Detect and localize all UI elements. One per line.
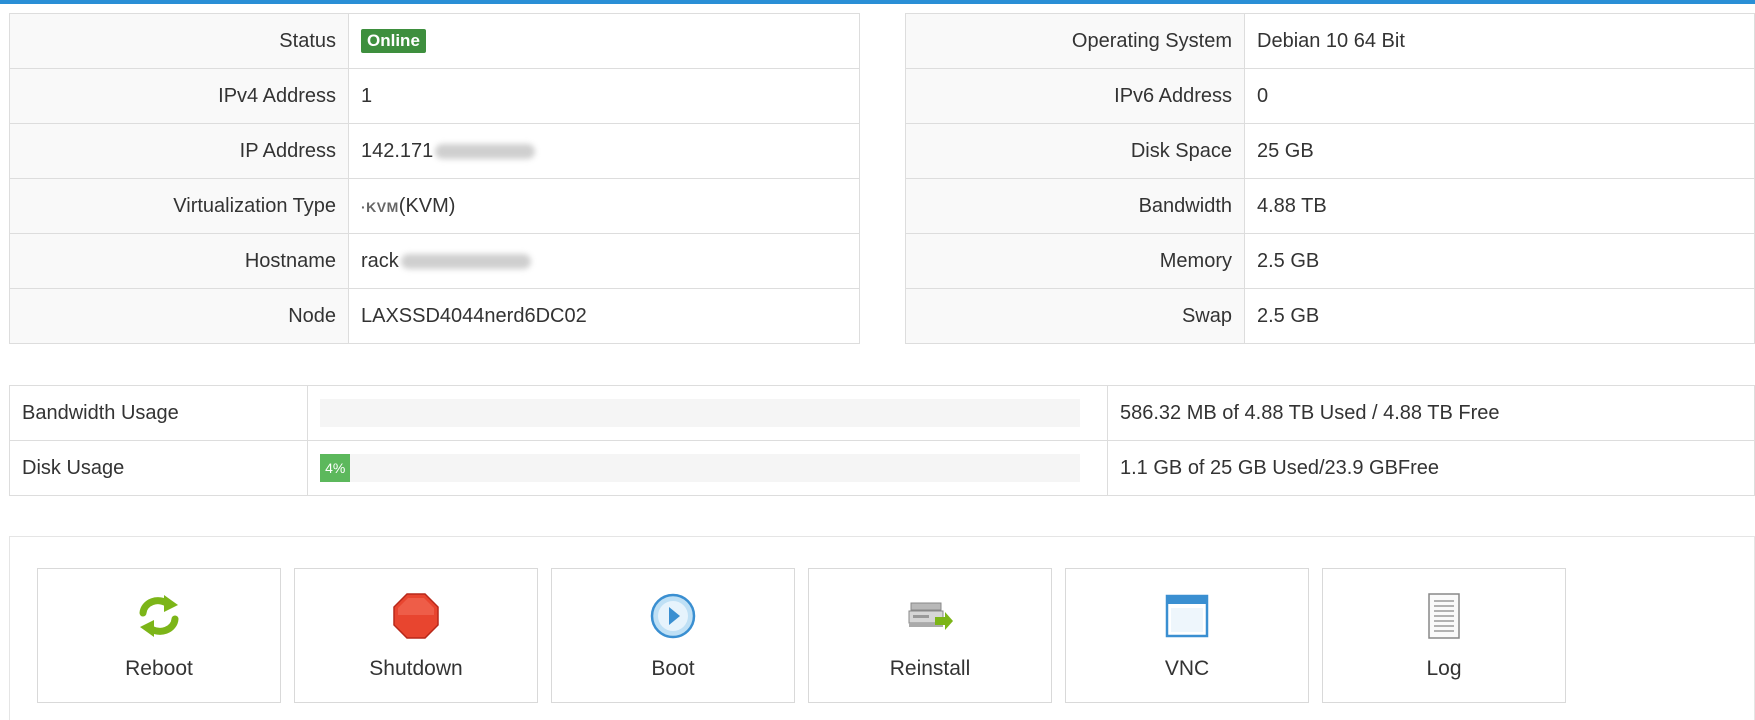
redacted-blur — [435, 143, 536, 159]
info-value: 142.171 — [361, 139, 434, 162]
info-label: Disk Space — [905, 123, 1245, 179]
info-label: Status — [9, 13, 349, 69]
vnc-button[interactable]: VNC — [1065, 568, 1309, 703]
bandwidth-progress-bar — [320, 399, 1080, 427]
vnc-icon — [1165, 594, 1209, 638]
button-label: Reinstall — [889, 657, 971, 680]
server-actions-panel: Reboot Shutdown Boot Reinstall VNC Log — [9, 536, 1755, 720]
reinstall-button[interactable]: Reinstall — [808, 568, 1052, 703]
info-label: Operating System — [905, 13, 1245, 69]
info-row-ipv4: IPv4 Address 1 — [9, 68, 860, 124]
info-label: Virtualization Type — [9, 178, 349, 234]
server-info-table-right: Operating System Debian 10 64 Bit IPv6 A… — [905, 13, 1755, 344]
info-value: 25 GB — [1244, 123, 1755, 179]
reboot-button[interactable]: Reboot — [37, 568, 281, 703]
info-label: Memory — [905, 233, 1245, 289]
info-value: 1 — [348, 68, 860, 124]
info-label: IP Address — [9, 123, 349, 179]
info-value: (KVM) — [398, 194, 456, 217]
info-value: 0 — [1244, 68, 1755, 124]
info-row-os: Operating System Debian 10 64 Bit — [905, 13, 1755, 69]
usage-table: Bandwidth Usage 586.32 MB of 4.88 TB Use… — [9, 385, 1755, 496]
reinstall-icon — [908, 602, 953, 630]
info-value: LAXSSD4044nerd6DC02 — [348, 288, 860, 344]
usage-label: Bandwidth Usage — [9, 385, 308, 441]
info-row-bandwidth: Bandwidth 4.88 TB — [905, 178, 1755, 234]
usage-row-bandwidth: Bandwidth Usage 586.32 MB of 4.88 TB Use… — [9, 385, 1755, 441]
info-row-node: Node LAXSSD4044nerd6DC02 — [9, 288, 860, 344]
info-label: IPv6 Address — [905, 68, 1245, 124]
usage-row-disk: Disk Usage 4% 1.1 GB of 25 GB Used/23.9 … — [9, 440, 1755, 496]
kvm-logo-icon: ·KVM — [361, 198, 399, 215]
info-value: 2.5 GB — [1244, 288, 1755, 344]
log-button[interactable]: Log — [1322, 568, 1566, 703]
redacted-blur — [400, 253, 531, 269]
info-row-virtualization: Virtualization Type ·KVM(KVM) — [9, 178, 860, 234]
info-label: Swap — [905, 288, 1245, 344]
usage-summary: 1.1 GB of 25 GB Used/23.9 GBFree — [1107, 440, 1755, 496]
shutdown-icon — [393, 593, 439, 639]
usage-summary: 586.32 MB of 4.88 TB Used / 4.88 TB Free — [1107, 385, 1755, 441]
info-value: 4.88 TB — [1244, 178, 1755, 234]
info-row-swap: Swap 2.5 GB — [905, 288, 1755, 344]
button-label: Boot — [651, 657, 695, 680]
info-row-memory: Memory 2.5 GB — [905, 233, 1755, 289]
shutdown-button[interactable]: Shutdown — [294, 568, 538, 703]
info-label: Bandwidth — [905, 178, 1245, 234]
info-label: IPv4 Address — [9, 68, 349, 124]
top-accent-bar — [0, 0, 1755, 4]
info-value: 2.5 GB — [1244, 233, 1755, 289]
button-label: Shutdown — [369, 657, 463, 680]
info-value: Debian 10 64 Bit — [1244, 13, 1755, 69]
info-row-ip-address: IP Address 142.171 — [9, 123, 860, 179]
info-row-disk-space: Disk Space 25 GB — [905, 123, 1755, 179]
button-label: Log — [1426, 657, 1462, 680]
info-row-status: Status Online — [9, 13, 860, 69]
usage-label: Disk Usage — [9, 440, 308, 496]
server-info-table-left: Status Online IPv4 Address 1 IP Address … — [9, 13, 860, 344]
disk-progress-fill: 4% — [320, 454, 351, 482]
status-badge: Online — [361, 29, 426, 53]
info-row-ipv6: IPv6 Address 0 — [905, 68, 1755, 124]
boot-button[interactable]: Boot — [551, 568, 795, 703]
boot-icon — [650, 593, 696, 639]
info-row-hostname: Hostname rack — [9, 233, 860, 289]
disk-progress-bar: 4% — [320, 454, 1080, 482]
button-label: Reboot — [125, 657, 193, 680]
info-label: Node — [9, 288, 349, 344]
log-icon — [1428, 593, 1460, 639]
info-value: rack — [361, 249, 399, 272]
reboot-icon — [139, 595, 179, 637]
info-label: Hostname — [9, 233, 349, 289]
button-label: VNC — [1164, 657, 1210, 680]
